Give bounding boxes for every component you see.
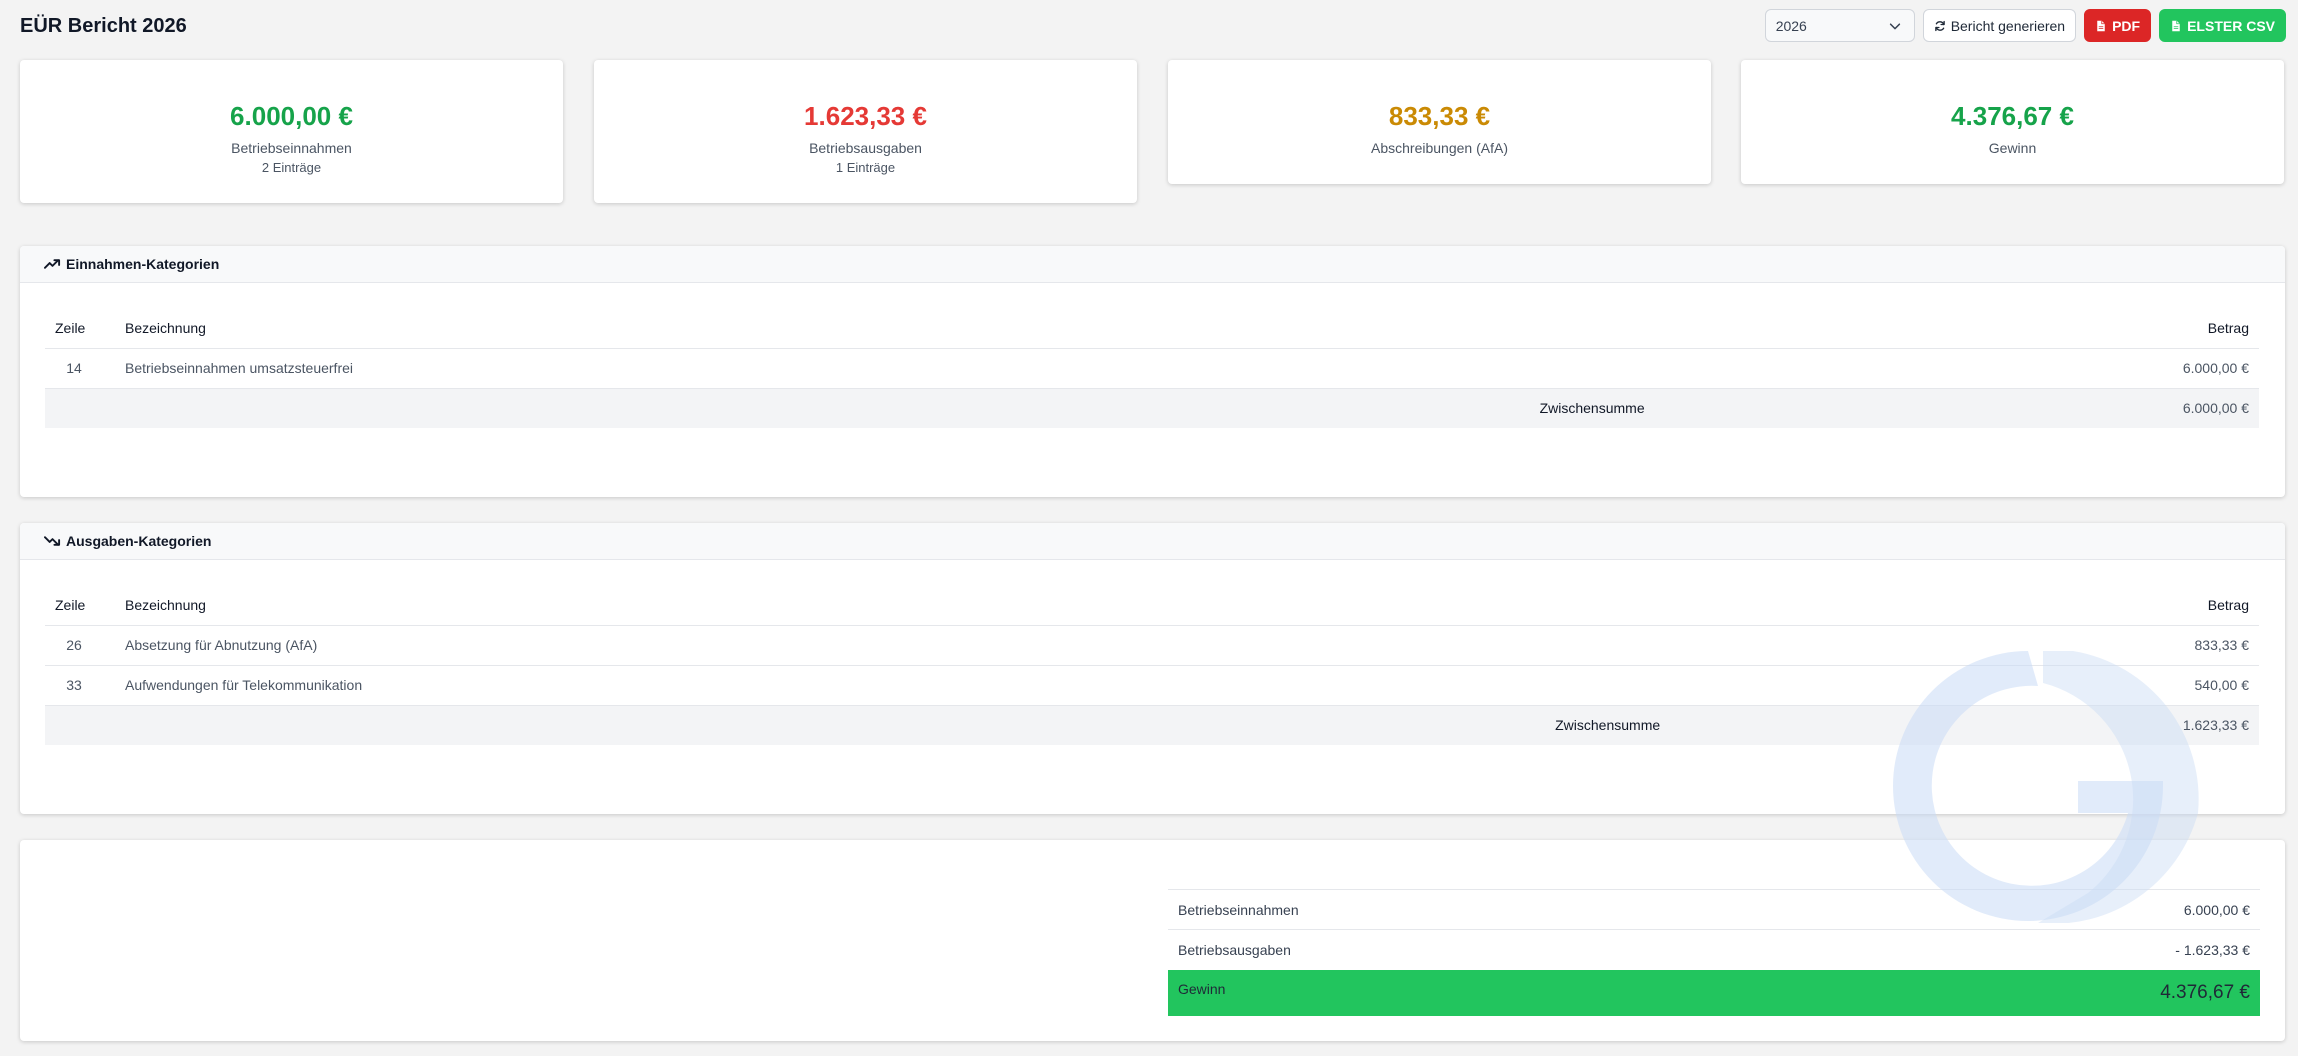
- year-select[interactable]: 2026: [1764, 9, 1915, 42]
- summary-income-label: Betriebseinnahmen: [1168, 889, 1782, 930]
- refresh-icon: [1934, 20, 1945, 31]
- trending-down-icon: [44, 536, 61, 546]
- column-header-betrag: Betrag: [1740, 585, 2259, 626]
- row-betrag: 833,33 €: [1740, 625, 2259, 666]
- summary-expense-value: - 1.623,33 €: [1781, 929, 2260, 970]
- panel-header: Ausgaben-Kategorien: [20, 523, 2285, 560]
- subtotal-row: Zwischensumme 6.000,00 €: [45, 388, 2259, 428]
- row-betrag: 6.000,00 €: [1724, 348, 2259, 389]
- panel-header: Einnahmen-Kategorien: [20, 246, 2285, 283]
- stat-sub: 2 Einträge: [261, 160, 322, 175]
- summary-income-value: 6.000,00 €: [1781, 889, 2260, 930]
- stat-value: 6.000,00 €: [230, 101, 353, 131]
- subtotal-value: 6.000,00 €: [1724, 388, 2259, 428]
- stat-value: 4.376,67 €: [1951, 101, 2074, 131]
- panel-title: Ausgaben-Kategorien: [66, 533, 212, 549]
- pdf-label: PDF: [2112, 17, 2141, 34]
- generate-report-label: Bericht generieren: [1950, 17, 2066, 34]
- stat-label: Abschreibungen (AfA): [1371, 140, 1508, 156]
- stat-value: 1.623,33 €: [804, 101, 927, 131]
- expense-categories-panel: Ausgaben-Kategorien Zeile Bezeichnung Be…: [20, 523, 2285, 814]
- expenses-table: Zeile Bezeichnung Betrag 26 Absetzung fü…: [45, 585, 2259, 745]
- column-header-bezeichnung: Bezeichnung: [125, 585, 1741, 626]
- column-header-zeile: Zeile: [45, 308, 125, 349]
- table-header-row: Zeile Bezeichnung Betrag: [45, 308, 2259, 349]
- stat-label: Gewinn: [1988, 140, 2037, 156]
- elster-csv-button[interactable]: ELSTER CSV: [2159, 9, 2286, 42]
- year-select-value: 2026: [1775, 17, 1807, 34]
- page-title: EÜR Bericht 2026: [20, 15, 187, 37]
- table-row: 14 Betriebseinnahmen umsatzsteuerfrei 6.…: [45, 348, 2259, 389]
- stat-sub: 1 Einträge: [835, 160, 896, 175]
- stat-card-expenses: 1.623,33 € Betriebsausgaben 1 Einträge: [594, 60, 1137, 203]
- summary-table: Betriebseinnahmen 6.000,00 € Betriebsaus…: [1168, 889, 2260, 1016]
- stat-card-depreciation: 833,33 € Abschreibungen (AfA): [1168, 60, 1711, 184]
- pdf-button[interactable]: PDF: [2084, 9, 2152, 42]
- subtotal-label: Zwischensumme: [125, 705, 1741, 745]
- subtotal-value: 1.623,33 €: [1740, 705, 2259, 745]
- trending-up-icon: [44, 259, 61, 269]
- row-bezeichnung: Betriebseinnahmen umsatzsteuerfrei: [125, 348, 1725, 389]
- stat-card-profit: 4.376,67 € Gewinn: [1741, 60, 2284, 184]
- subtotal-row: Zwischensumme 1.623,33 €: [45, 705, 2259, 745]
- chevron-down-icon: [1889, 22, 1900, 29]
- generate-report-button[interactable]: Bericht generieren: [1922, 9, 2077, 42]
- summary-expense-label: Betriebsausgaben: [1168, 929, 1782, 970]
- panel-title: Einnahmen-Kategorien: [66, 256, 220, 272]
- summary-profit-value: 4.376,67 €: [1781, 969, 2260, 1016]
- stat-label: Betriebsausgaben: [809, 140, 922, 156]
- income-categories-panel: Einnahmen-Kategorien Zeile Bezeichnung B…: [20, 246, 2285, 497]
- column-header-zeile: Zeile: [45, 585, 125, 626]
- stat-label: Betriebseinnahmen: [231, 140, 352, 156]
- row-bezeichnung: Absetzung für Abnutzung (AfA): [125, 625, 1741, 666]
- toolbar: 2026 Bericht generieren PDF ELSTER CSV: [1764, 9, 2286, 42]
- summary-profit-label: Gewinn: [1168, 969, 1782, 1016]
- summary-row-income: Betriebseinnahmen 6.000,00 €: [1168, 889, 2260, 930]
- file-icon: [2097, 20, 2105, 31]
- elster-csv-label: ELSTER CSV: [2187, 17, 2275, 34]
- column-header-betrag: Betrag: [1724, 308, 2259, 349]
- column-header-bezeichnung: Bezeichnung: [125, 308, 1725, 349]
- stat-value: 833,33 €: [1388, 101, 1491, 131]
- table-header-row: Zeile Bezeichnung Betrag: [45, 585, 2259, 626]
- file-icon: [2172, 20, 2180, 31]
- table-row: 26 Absetzung für Abnutzung (AfA) 833,33 …: [45, 625, 2259, 666]
- table-row: 33 Aufwendungen für Telekommunikation 54…: [45, 665, 2259, 706]
- income-table: Zeile Bezeichnung Betrag 14 Betriebseinn…: [45, 308, 2259, 428]
- stat-card-income: 6.000,00 € Betriebseinnahmen 2 Einträge: [20, 60, 563, 203]
- row-zeile: 26: [45, 625, 125, 666]
- row-zeile: 33: [45, 665, 125, 706]
- summary-row-expenses: Betriebsausgaben - 1.623,33 €: [1168, 929, 2260, 970]
- subtotal-label: Zwischensumme: [125, 388, 1725, 428]
- row-bezeichnung: Aufwendungen für Telekommunikation: [125, 665, 1741, 706]
- summary-panel: Betriebseinnahmen 6.000,00 € Betriebsaus…: [20, 840, 2285, 1041]
- row-zeile: 14: [45, 348, 125, 389]
- summary-row-profit: Gewinn 4.376,67 €: [1168, 969, 2260, 1016]
- row-betrag: 540,00 €: [1740, 665, 2259, 706]
